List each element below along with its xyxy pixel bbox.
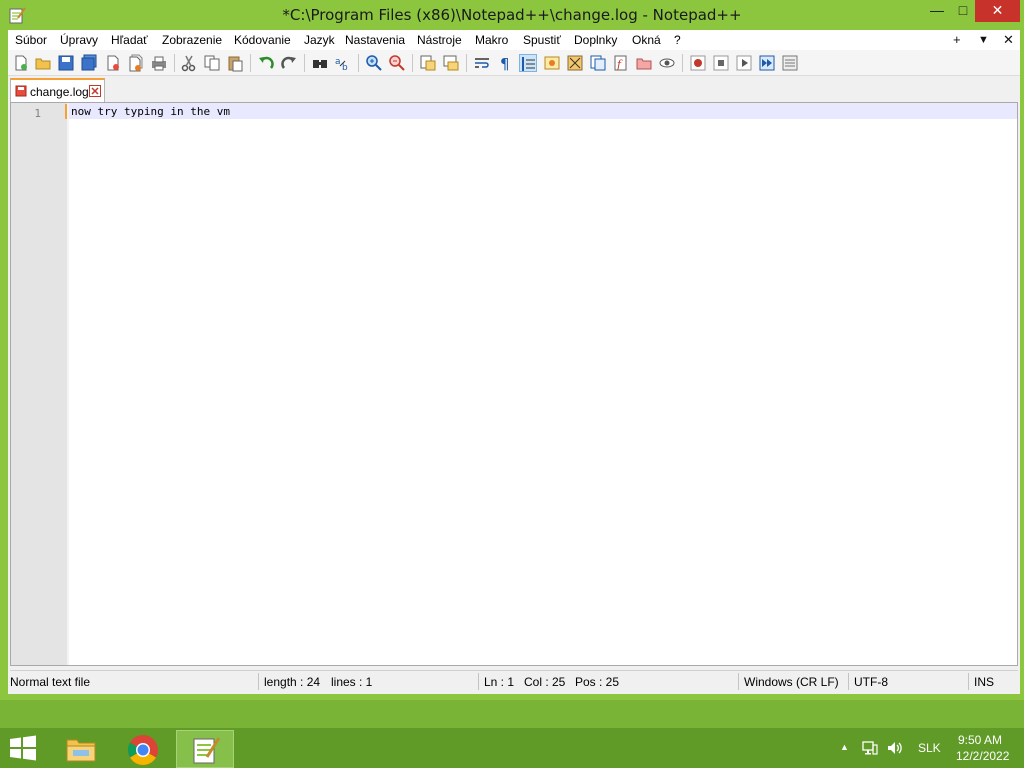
user-defined-language-icon[interactable] — [543, 54, 561, 72]
paste-icon[interactable] — [226, 54, 244, 72]
svg-text:b: b — [342, 63, 348, 72]
show-hidden-icons-icon[interactable]: ▲ — [840, 742, 849, 752]
open-file-icon[interactable] — [34, 54, 52, 72]
input-language[interactable]: SLK — [918, 741, 941, 755]
stop-macro-icon[interactable] — [712, 54, 730, 72]
save-macro-icon[interactable] — [781, 54, 799, 72]
notepad-plus-plus-icon — [193, 737, 221, 764]
status-encoding[interactable]: UTF-8 — [854, 675, 888, 689]
word-wrap-icon[interactable] — [473, 54, 491, 72]
run-macro-multiple-icon[interactable] — [758, 54, 776, 72]
client-area: Súbor Úpravy Hľadať Zobrazenie Kódovanie… — [8, 30, 1020, 694]
start-button-windows-icon[interactable] — [8, 734, 38, 762]
line-number: 1 — [34, 107, 41, 120]
new-file-icon[interactable] — [12, 54, 30, 72]
file-explorer-icon — [66, 739, 96, 762]
tab-list-dropdown-icon[interactable]: ▼ — [978, 34, 989, 46]
close-all-icon[interactable] — [127, 54, 145, 72]
clock-date[interactable]: 12/2/2022 — [956, 749, 1009, 763]
status-eol[interactable]: Windows (CR LF) — [744, 675, 839, 689]
document-map-icon[interactable] — [566, 54, 584, 72]
tab-bar: change.log — [8, 76, 1020, 102]
maximize-icon[interactable]: □ — [948, 0, 978, 22]
sync-vertical-scroll-icon[interactable] — [419, 54, 437, 72]
taskbar-main: ▲ SLK 9:50 AM 12/2/2022 — [0, 728, 1024, 768]
change-history-marker — [65, 104, 67, 119]
sync-horizontal-scroll-icon[interactable] — [442, 54, 460, 72]
network-icon[interactable] — [862, 740, 878, 759]
menu-search[interactable]: Hľadať — [111, 33, 148, 47]
clock-time[interactable]: 9:50 AM — [958, 733, 1002, 747]
line-number-gutter[interactable]: 1 — [11, 103, 67, 665]
show-all-characters-icon[interactable]: ¶ — [496, 54, 514, 72]
menu-help[interactable]: ? — [674, 33, 681, 47]
record-macro-icon[interactable] — [689, 54, 707, 72]
svg-text:a: a — [335, 57, 341, 67]
tab-label: change.log — [30, 85, 89, 99]
print-icon[interactable] — [150, 54, 168, 72]
menu-file[interactable]: Súbor — [15, 33, 47, 47]
function-list-icon[interactable] — [589, 54, 607, 72]
status-length: length : 24 — [264, 675, 321, 689]
volume-icon[interactable] — [886, 740, 902, 759]
folder-icon[interactable] — [635, 54, 653, 72]
monitoring-eye-icon[interactable] — [658, 54, 676, 72]
menu-edit[interactable]: Úpravy — [60, 33, 98, 47]
status-file-type: Normal text file — [10, 675, 91, 689]
notepad-window: *C:\Program Files (x86)\Notepad++\change… — [0, 0, 1024, 700]
menu-encoding[interactable]: Kódovanie — [234, 33, 291, 47]
indent-guide-icon[interactable] — [519, 54, 537, 72]
status-insert-mode[interactable]: INS — [974, 675, 994, 689]
menu-tools[interactable]: Nástroje — [417, 33, 462, 47]
menu-plugins[interactable]: Doplnky — [574, 33, 617, 47]
new-tab-plus-icon[interactable]: + — [953, 32, 961, 47]
tab-close-icon[interactable] — [89, 85, 101, 97]
copy-icon[interactable] — [203, 54, 221, 72]
close-icon[interactable]: ✕ — [975, 0, 1020, 22]
save-icon[interactable] — [57, 54, 75, 72]
taskbar: ▲ SLK 9:50 AM 12/2/2022 — [0, 700, 1024, 768]
cut-icon[interactable] — [180, 54, 198, 72]
menu-window[interactable]: Okná — [632, 33, 661, 47]
status-column: Col : 25 — [524, 675, 566, 689]
zoom-in-icon[interactable] — [365, 54, 383, 72]
title-bar[interactable]: *C:\Program Files (x86)\Notepad++\change… — [0, 0, 1024, 30]
unsaved-file-icon — [15, 85, 27, 97]
taskbar-upper-band — [0, 700, 1024, 728]
menu-view[interactable]: Zobrazenie — [162, 33, 222, 47]
close-document-icon[interactable]: ✕ — [1003, 32, 1014, 48]
menu-macro[interactable]: Makro — [475, 33, 508, 47]
menu-bar: Súbor Úpravy Hľadať Zobrazenie Kódovanie… — [8, 30, 1020, 50]
zoom-out-icon[interactable] — [388, 54, 406, 72]
status-lines: lines : 1 — [331, 675, 373, 689]
close-file-icon[interactable] — [104, 54, 122, 72]
taskbar-chrome[interactable] — [114, 730, 172, 768]
taskbar-file-explorer[interactable] — [52, 730, 110, 768]
window-title: *C:\Program Files (x86)\Notepad++\change… — [282, 6, 742, 24]
toolbar: ab ¶ f — [8, 50, 1020, 76]
taskbar-notepad-plus-plus[interactable] — [176, 730, 234, 768]
tab-change-log[interactable]: change.log — [10, 78, 105, 102]
chrome-icon — [127, 735, 158, 766]
fold-margin[interactable] — [67, 103, 69, 665]
svg-text:¶: ¶ — [500, 55, 510, 72]
find-icon[interactable] — [311, 54, 329, 72]
menu-run[interactable]: Spustiť — [523, 33, 561, 47]
status-line: Ln : 1 — [484, 675, 515, 689]
redo-icon[interactable] — [280, 54, 298, 72]
menu-settings[interactable]: Nastavenia — [345, 33, 405, 47]
text-editor[interactable]: 1 now try typing in the vm — [10, 102, 1018, 666]
folder-as-workspace-icon[interactable]: f — [612, 54, 630, 72]
editor-line-text[interactable]: now try typing in the vm — [71, 105, 230, 118]
play-macro-icon[interactable] — [735, 54, 753, 72]
menu-language[interactable]: Jazyk — [304, 33, 335, 47]
undo-icon[interactable] — [257, 54, 275, 72]
status-position: Pos : 25 — [575, 675, 620, 689]
save-all-icon[interactable] — [80, 54, 98, 72]
status-bar: Normal text file length : 24 lines : 1 L… — [10, 670, 1018, 692]
replace-icon[interactable]: ab — [334, 54, 352, 72]
